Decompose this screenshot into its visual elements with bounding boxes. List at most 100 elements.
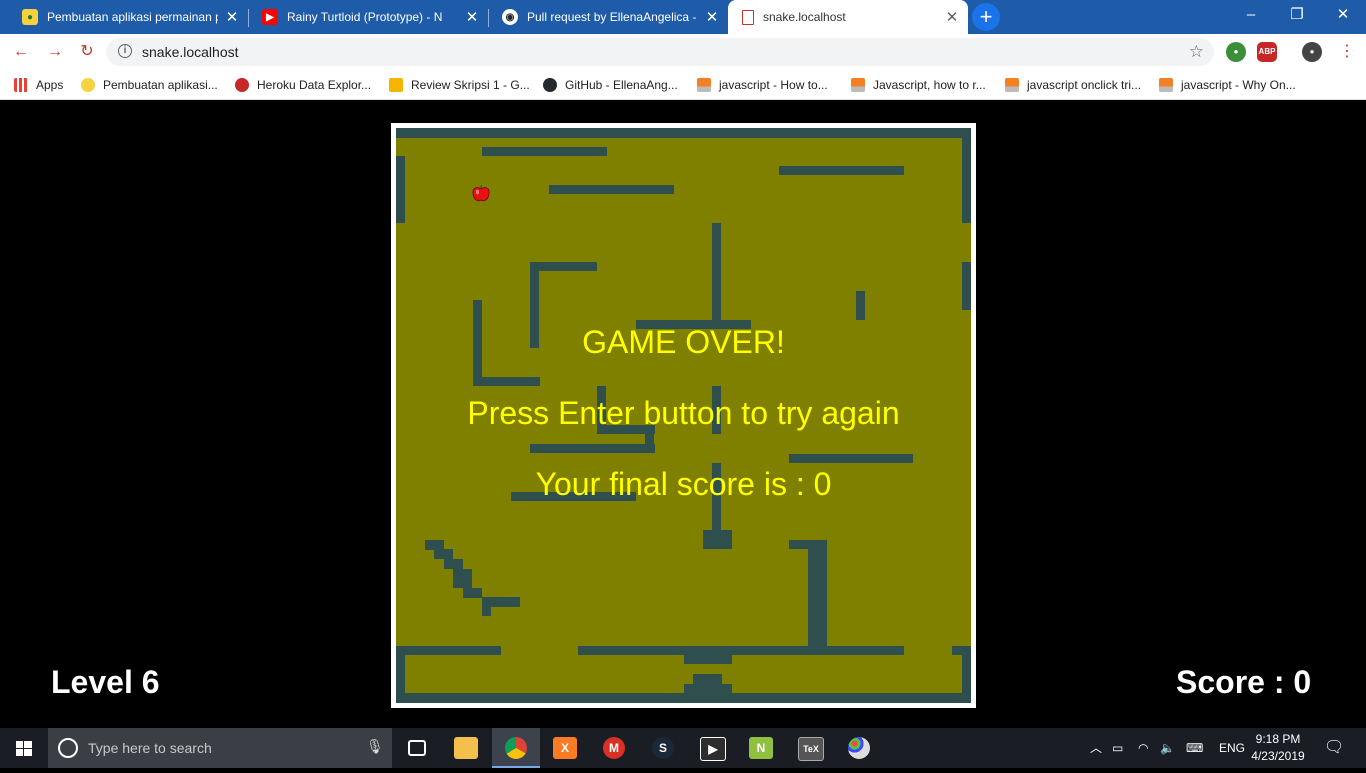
stackoverflow-icon <box>1005 78 1019 92</box>
maze-wall <box>703 530 732 549</box>
gmail-icon[interactable]: M <box>590 728 638 768</box>
youtube-icon: ▶ <box>262 9 278 25</box>
close-tab-icon[interactable]: ✕ <box>224 8 240 26</box>
restore-button[interactable]: ❐ <box>1274 0 1320 30</box>
new-tab-button[interactable]: + <box>972 3 1000 31</box>
maze-wall <box>808 540 827 646</box>
menu-kebab-icon[interactable]: ⋮ <box>1336 41 1358 63</box>
battery-icon[interactable]: ▭ <box>1112 728 1123 768</box>
url-text: snake.localhost <box>142 44 239 60</box>
tab-snake-localhost[interactable]: snake.localhost ✕ <box>728 0 968 34</box>
maze-wall <box>578 646 904 655</box>
maze-wall <box>473 377 540 386</box>
volume-icon[interactable]: 🔈 <box>1160 728 1175 768</box>
profile-avatar[interactable]: ● <box>1302 42 1322 62</box>
maze-wall <box>856 291 865 320</box>
windows-taskbar: Type here to search 🎙 X M S ▶ N TeX ︿ ▭ … <box>0 728 1366 768</box>
close-tab-icon[interactable]: ✕ <box>704 8 720 26</box>
stackoverflow-icon <box>697 78 711 92</box>
maze-wall <box>396 646 501 655</box>
bookmark-label: Javascript, how to r... <box>873 78 986 92</box>
tab-title: Pull request by EllenaAngelica - P <box>527 10 698 24</box>
bookmark-review-skripsi[interactable]: Review Skripsi 1 - G... <box>389 76 530 94</box>
video-editor-icon[interactable]: ▶ <box>688 728 736 768</box>
adblock-plus-icon[interactable]: ABP <box>1257 42 1277 62</box>
tex-icon[interactable]: TeX <box>786 728 834 768</box>
microphone-icon[interactable]: 🎙 <box>366 738 384 755</box>
bookmark-apps[interactable]: Apps <box>14 76 63 94</box>
stackoverflow-icon <box>1159 78 1173 92</box>
bookmarks-bar: Apps Pembuatan aplikasi... Heroku Data E… <box>0 70 1366 100</box>
bookmark-star-icon[interactable]: ☆ <box>1189 42 1204 62</box>
system-clock[interactable]: 9:18 PM 4/23/2019 <box>1246 731 1310 765</box>
bookmark-stackoverflow-2[interactable]: Javascript, how to r... <box>851 76 986 94</box>
tab-pull-request[interactable]: ◉ Pull request by EllenaAngelica - P ✕ <box>488 2 728 32</box>
tab-title: Rainy Turtloid (Prototype) - N <box>287 10 443 24</box>
maze-wall <box>549 185 674 194</box>
back-button[interactable]: ← <box>10 41 32 63</box>
tab-title: Pembuatan aplikasi permainan p <box>47 10 218 24</box>
show-hidden-icons[interactable]: ︿ <box>1090 728 1102 768</box>
bookmark-label: javascript - How to... <box>719 78 828 92</box>
maze-wall <box>396 693 971 703</box>
extension-globe-icon[interactable]: ● <box>1226 42 1246 62</box>
bookmark-label: javascript - Why On... <box>1181 78 1296 92</box>
bookmark-label: Apps <box>36 78 64 92</box>
bookmark-label: Heroku Data Explor... <box>257 78 372 92</box>
clock-time: 9:18 PM <box>1255 732 1301 746</box>
bookmark-github[interactable]: GitHub - EllenaAng... <box>543 76 678 94</box>
bookmark-heroku[interactable]: Heroku Data Explor... <box>235 76 371 94</box>
maze-wall <box>962 646 971 703</box>
reload-button[interactable]: ↻ <box>76 41 98 63</box>
chrome-icon[interactable] <box>492 728 540 768</box>
apple-icon <box>472 184 490 202</box>
retry-instruction: Press Enter button to try again <box>467 395 900 431</box>
tab-rainy-turtloid[interactable]: ▶ Rainy Turtloid (Prototype) - N ✕ <box>248 2 488 32</box>
keyboard-icon[interactable]: ⌨ <box>1186 728 1203 768</box>
bookmark-label: javascript onclick tri... <box>1027 78 1142 92</box>
maze-wall <box>712 223 721 328</box>
maze-wall <box>482 147 607 156</box>
wifi-icon[interactable]: ◠ <box>1138 728 1148 768</box>
language-indicator[interactable]: ENG <box>1219 728 1245 768</box>
address-bar[interactable]: i snake.localhost ☆ <box>106 38 1214 66</box>
file-explorer-icon[interactable] <box>442 728 490 768</box>
start-button[interactable] <box>0 728 48 768</box>
bookmark-label: GitHub - EllenaAng... <box>565 78 678 92</box>
close-window-button[interactable]: ✕ <box>1320 0 1366 30</box>
paint-icon[interactable] <box>835 728 883 768</box>
bookmark-stackoverflow-4[interactable]: javascript - Why On... <box>1159 76 1296 94</box>
github-icon: ◉ <box>502 9 518 25</box>
tab-pembuatan[interactable]: ● Pembuatan aplikasi permainan p ✕ <box>8 2 248 32</box>
maze-wall <box>530 262 597 271</box>
notepad-plus-icon[interactable]: N <box>737 728 785 768</box>
grass-shield-icon: ● <box>22 9 38 25</box>
minimize-button[interactable]: – <box>1228 0 1274 30</box>
browser-toolbar: ← → ↻ i snake.localhost ☆ ● ABP ● ⋮ <box>0 34 1366 70</box>
xampp-icon[interactable]: X <box>541 728 589 768</box>
notifications-icon[interactable]: 🗨 <box>1324 728 1344 768</box>
maze-wall <box>962 128 971 223</box>
heroku-icon <box>235 78 249 92</box>
bookmark-label: Review Skripsi 1 - G... <box>411 78 530 92</box>
forward-button[interactable]: → <box>44 41 66 63</box>
maze-wall <box>482 597 491 616</box>
bookmark-stackoverflow-1[interactable]: javascript - How to... <box>697 76 828 94</box>
level-indicator: Level 6 <box>51 664 160 700</box>
bookmark-stackoverflow-3[interactable]: javascript onclick tri... <box>1005 76 1141 94</box>
steam-icon[interactable]: S <box>639 728 687 768</box>
site-info-icon[interactable]: i <box>118 44 132 58</box>
bookmark-pembuatan[interactable]: Pembuatan aplikasi... <box>81 76 218 94</box>
maze-wall <box>434 549 453 559</box>
grass-shield-icon <box>81 78 95 92</box>
close-tab-icon[interactable]: ✕ <box>464 8 480 26</box>
maze-wall <box>396 156 405 223</box>
close-tab-icon[interactable]: ✕ <box>944 8 960 26</box>
search-placeholder: Type here to search <box>88 740 212 756</box>
github-icon <box>543 78 557 92</box>
task-view-icon[interactable] <box>392 728 440 768</box>
game-board[interactable]: GAME OVER! Press Enter button to try aga… <box>396 128 971 703</box>
maze-wall <box>530 444 655 453</box>
taskbar-search[interactable]: Type here to search 🎙 <box>48 728 392 768</box>
apps-grid-icon <box>14 78 28 92</box>
